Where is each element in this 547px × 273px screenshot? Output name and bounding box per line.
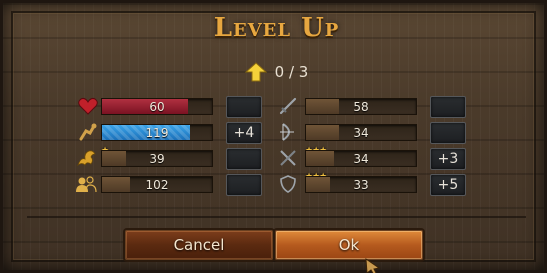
stat-bar: 39 xyxy=(101,150,213,167)
crossed-weapons-icon xyxy=(280,150,296,166)
stat-bar: 60 xyxy=(101,98,213,115)
dragon-icon xyxy=(77,150,96,167)
stat-value: 58 xyxy=(353,100,369,114)
group-icon xyxy=(76,176,97,193)
plus-button-strength[interactable]: +4 xyxy=(226,122,262,144)
stat-value: 119 xyxy=(145,126,169,140)
strength-arm-icon xyxy=(79,123,97,141)
stat-bar: 34 xyxy=(305,124,417,141)
stat-ranged: 34 xyxy=(277,121,427,143)
arrow-up-icon xyxy=(244,62,267,82)
stat-value: 34 xyxy=(353,126,369,140)
pointer-cursor-icon xyxy=(365,258,381,273)
plus-button-defense[interactable]: +3 xyxy=(430,148,466,170)
stat-value: 102 xyxy=(145,178,169,192)
stat-strength: 119 xyxy=(71,121,301,143)
stat-bar: 34 xyxy=(305,150,417,167)
sword-icon xyxy=(279,97,297,115)
plus-button-beast[interactable] xyxy=(226,148,262,170)
stat-melee: 58 xyxy=(277,95,427,117)
stat-bar: 33 xyxy=(305,176,417,193)
plus-button-leadership[interactable] xyxy=(226,174,262,196)
stat-leadership: 102 xyxy=(71,173,301,195)
stat-bar: 58 xyxy=(305,98,417,115)
stat-armor: ★★★ 33 xyxy=(277,172,427,195)
stat-defense: ★★★ 34 xyxy=(277,146,427,169)
bow-icon xyxy=(280,123,294,141)
stat-beast: ★ 39 xyxy=(71,146,301,169)
stat-value: 39 xyxy=(149,152,165,166)
plus-button-health[interactable] xyxy=(226,96,262,118)
dialog-title: Level Up xyxy=(213,13,340,43)
stat-value: 34 xyxy=(353,152,369,166)
stat-health: 60 xyxy=(71,95,301,117)
plus-button-armor[interactable]: +5 xyxy=(430,174,466,196)
ok-button[interactable]: Ok xyxy=(275,230,423,260)
cancel-button[interactable]: Cancel xyxy=(125,230,273,260)
heart-icon xyxy=(78,97,98,115)
points-counter: 0 / 3 xyxy=(3,61,547,83)
stat-bar: 102 xyxy=(101,176,213,193)
divider xyxy=(27,216,526,218)
stat-value: 33 xyxy=(353,178,369,192)
level-up-dialog: Level Up 0 / 3 60 119 +4 39 102 58 34 34… xyxy=(0,0,547,273)
shield-stars-icon xyxy=(280,175,296,193)
points-text: 0 / 3 xyxy=(274,63,309,81)
plus-button-ranged[interactable] xyxy=(430,122,466,144)
stat-bar: 119 xyxy=(101,124,213,141)
plus-button-melee[interactable] xyxy=(430,96,466,118)
stat-value: 60 xyxy=(149,100,165,114)
